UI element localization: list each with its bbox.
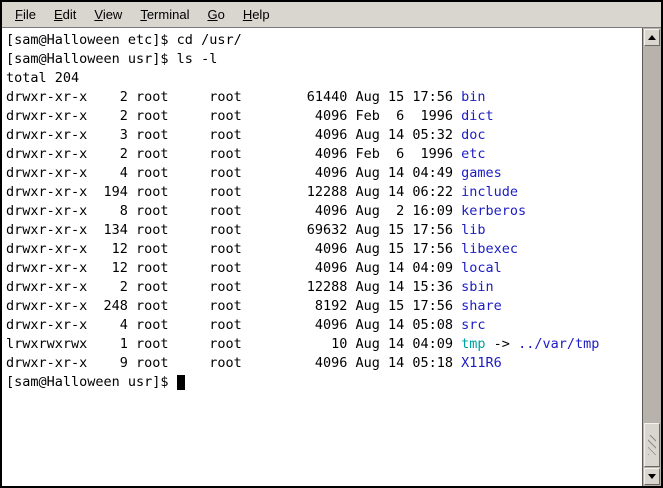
menu-item-mnemonic: T <box>140 7 147 22</box>
terminal-line: drwxr-xr-x 2 root root 4096 Feb 6 1996 e… <box>6 145 642 164</box>
scrollbar[interactable] <box>642 28 661 486</box>
terminal-line: [sam@Halloween usr]$ ls -l <box>6 50 642 69</box>
file-name: etc <box>461 146 485 162</box>
terminal-line: drwxr-xr-x 4 root root 4096 Aug 14 04:49… <box>6 164 642 183</box>
file-name: lib <box>461 222 485 238</box>
file-name: share <box>461 298 502 314</box>
terminal-cursor <box>177 375 185 390</box>
terminal-line: lrwxrwxrwx 1 root root 10 Aug 14 04:09 t… <box>6 335 642 354</box>
terminal-line: drwxr-xr-x 12 root root 4096 Aug 15 17:5… <box>6 240 642 259</box>
menu-item-mnemonic: E <box>54 7 63 22</box>
terminal-line: drwxr-xr-x 2 root root 4096 Feb 6 1996 d… <box>6 107 642 126</box>
menu-item-mnemonic: V <box>94 7 102 22</box>
menu-item-mnemonic: H <box>243 7 252 22</box>
file-name: src <box>461 317 485 333</box>
file-name: dict <box>461 108 494 124</box>
scroll-up-button[interactable] <box>644 29 660 46</box>
terminal-line: total 204 <box>6 69 642 88</box>
terminal-line: drwxr-xr-x 4 root root 4096 Aug 14 05:08… <box>6 316 642 335</box>
terminal-line: drwxr-xr-x 2 root root 12288 Aug 14 15:3… <box>6 278 642 297</box>
terminal-line: drwxr-xr-x 134 root root 69632 Aug 15 17… <box>6 221 642 240</box>
file-name: X11R6 <box>461 355 502 371</box>
terminal-line: drwxr-xr-x 194 root root 12288 Aug 14 06… <box>6 183 642 202</box>
menu-item-go[interactable]: Go <box>198 3 233 26</box>
file-name: include <box>461 184 518 200</box>
menu-item-help[interactable]: Help <box>234 3 279 26</box>
file-name: bin <box>461 89 485 105</box>
menu-item-mnemonic: G <box>207 7 217 22</box>
symlink-target: ../var/tmp <box>518 336 599 352</box>
menu-item-file[interactable]: File <box>6 3 45 26</box>
scrollbar-thumb[interactable] <box>644 423 660 467</box>
menu-bar: FileEditViewTerminalGoHelp <box>2 2 661 28</box>
file-name: libexec <box>461 241 518 257</box>
terminal-line: [sam@Halloween usr]$ <box>6 373 642 392</box>
terminal-line: drwxr-xr-x 3 root root 4096 Aug 14 05:32… <box>6 126 642 145</box>
scroll-down-icon <box>648 474 656 479</box>
scroll-down-button[interactable] <box>644 468 660 485</box>
file-name: tmp <box>461 336 485 352</box>
terminal-output[interactable]: [sam@Halloween etc]$ cd /usr/[sam@Hallow… <box>2 28 642 486</box>
menu-item-view[interactable]: View <box>85 3 131 26</box>
scroll-up-icon <box>648 35 656 40</box>
terminal-line: drwxr-xr-x 12 root root 4096 Aug 14 04:0… <box>6 259 642 278</box>
file-name: kerberos <box>461 203 526 219</box>
terminal-line: drwxr-xr-x 8 root root 4096 Aug 2 16:09 … <box>6 202 642 221</box>
file-name: doc <box>461 127 485 143</box>
menu-item-terminal[interactable]: Terminal <box>131 3 198 26</box>
file-name: games <box>461 165 502 181</box>
terminal-line: drwxr-xr-x 9 root root 4096 Aug 14 05:18… <box>6 354 642 373</box>
terminal-window: FileEditViewTerminalGoHelp [sam@Hallowee… <box>0 0 663 488</box>
file-name: local <box>461 260 502 276</box>
terminal-line: [sam@Halloween etc]$ cd /usr/ <box>6 31 642 50</box>
file-name: sbin <box>461 279 494 295</box>
terminal-line: drwxr-xr-x 2 root root 61440 Aug 15 17:5… <box>6 88 642 107</box>
terminal-line: drwxr-xr-x 248 root root 8192 Aug 15 17:… <box>6 297 642 316</box>
menu-item-edit[interactable]: Edit <box>45 3 85 26</box>
menu-item-mnemonic: F <box>15 7 23 22</box>
